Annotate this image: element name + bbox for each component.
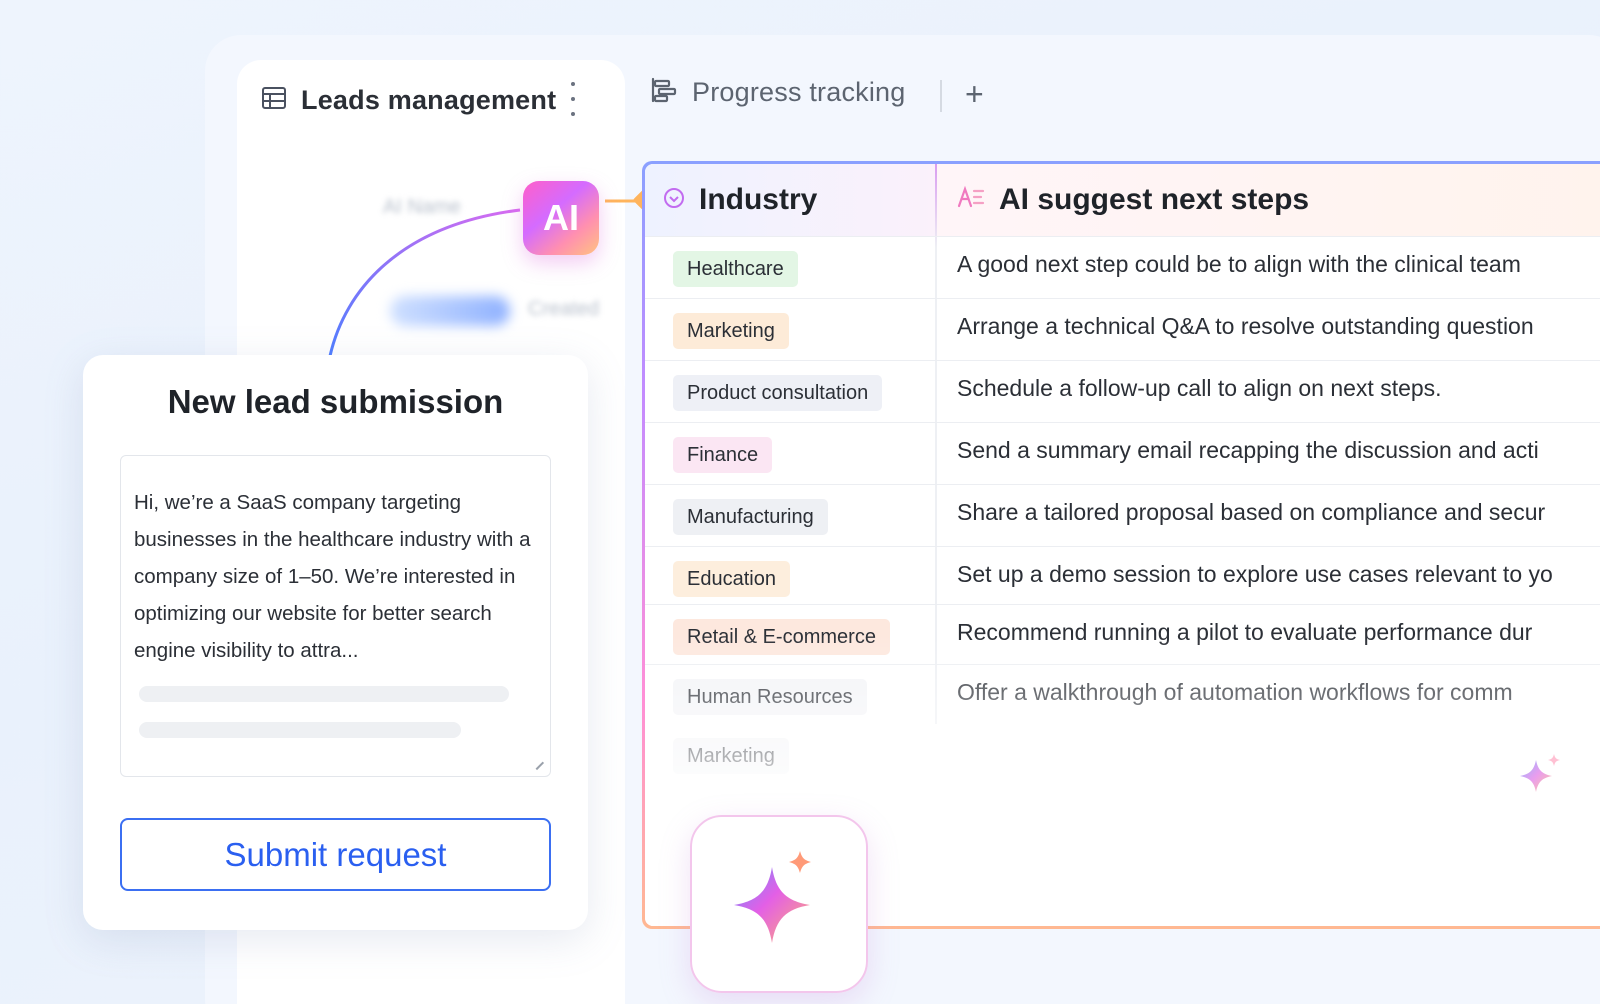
resize-handle-icon[interactable] [529,755,545,771]
column-header-label: Industry [699,183,818,216]
ai-suggestion: Offer a walkthrough of automation workfl… [957,679,1513,705]
new-lead-form: New lead submission Hi, we’re a SaaS com… [83,355,588,930]
lead-message-textarea[interactable]: Hi, we’re a SaaS company targeting busin… [120,455,551,777]
skeleton-line [139,686,509,702]
ai-suggestion: Share a tailored proposal based on compl… [957,499,1546,525]
lead-message-text: Hi, we’re a SaaS company targeting busin… [134,491,531,662]
industry-tag: Marketing [673,313,789,349]
table-row[interactable]: Human Resources Offer a walkthrough of a… [645,664,1600,726]
ai-badge: AI [523,181,599,255]
column-header-industry[interactable]: Industry [645,164,935,236]
industry-tag: Manufacturing [673,499,828,535]
ai-suggestion: Schedule a follow-up call to align on ne… [957,375,1442,401]
industry-tag: Marketing [673,738,789,774]
sparkle-icon [1520,754,1560,792]
industry-tag: Human Resources [673,679,867,715]
ai-text-icon [957,183,985,217]
industry-tag: Product consultation [673,375,883,411]
table-row[interactable]: Manufacturing Share a tailored proposal … [645,484,1600,546]
table-row[interactable]: Education Set up a demo session to explo… [645,546,1600,608]
table-row[interactable]: Product consultation Schedule a follow-u… [645,360,1600,422]
industry-tag: Finance [673,437,773,473]
ai-sparkle-button[interactable] [690,815,868,993]
form-title: New lead submission [167,383,504,420]
column-header-label: AI suggest next steps [999,183,1310,216]
table-row[interactable]: Marketing Arrange a technical Q&A to res… [645,298,1600,360]
ai-suggestion: A good next step could be to align with … [957,251,1521,277]
single-select-icon [663,183,685,217]
industry-tag: Education [673,561,790,597]
column-header-ai-next-steps[interactable]: AI suggest next steps [937,164,1600,236]
ai-table: Industry AI suggest next steps Healthcar… [642,161,1600,929]
industry-tag: Healthcare [673,251,798,287]
table-row[interactable]: Marketing [645,724,1600,786]
ai-suggestion: Recommend running a pilot to evaluate pe… [957,619,1533,645]
industry-tag: Retail & E-commerce [673,619,890,655]
ai-suggestion: Send a summary email recapping the discu… [957,437,1539,463]
ai-suggestion: Arrange a technical Q&A to resolve outst… [957,313,1534,339]
skeleton-line [139,722,461,738]
ai-suggestion: Set up a demo session to explore use cas… [957,561,1553,587]
submit-request-button[interactable]: Submit request [120,818,551,891]
table-row[interactable]: Retail & E-commerce Recommend running a … [645,604,1600,666]
table-row[interactable]: Healthcare A good next step could be to … [645,236,1600,298]
table-row[interactable]: Finance Send a summary email recapping t… [645,422,1600,484]
